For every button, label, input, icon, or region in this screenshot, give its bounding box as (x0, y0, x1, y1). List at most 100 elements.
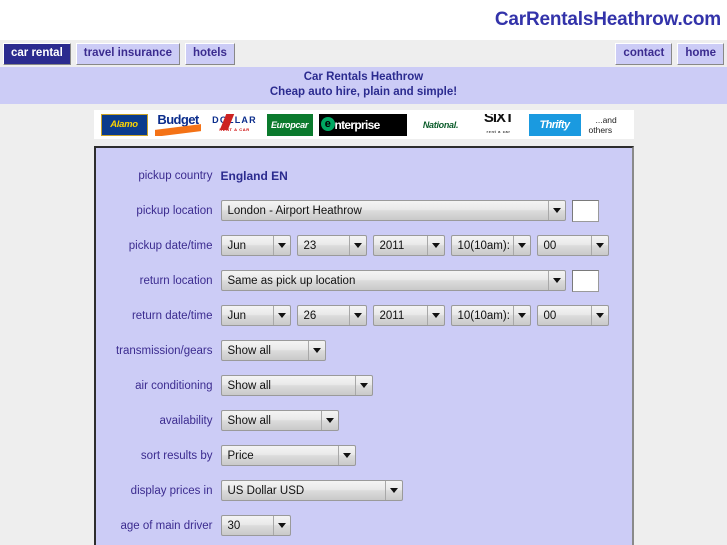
select-availability-value: Show all (227, 414, 271, 427)
and-others-label: ...and others (586, 113, 627, 136)
nav-item-car-rental[interactable]: car rental (3, 42, 71, 65)
dollar-logo-text: DOLLAR (212, 114, 257, 125)
control-driver-age: 30 (220, 515, 291, 536)
chevron-down-icon (307, 341, 325, 360)
car-rental-search-form: pickup country England EN pickup locatio… (93, 146, 634, 545)
chevron-down-icon (512, 236, 530, 255)
select-pickup-hour-value: 10(10am): (457, 239, 510, 252)
select-transmission[interactable]: Show all (220, 340, 326, 361)
chevron-down-icon (354, 376, 372, 395)
control-pickup-location: London - Airport Heathrow (220, 199, 599, 222)
value-pickup-country: England EN (220, 168, 288, 183)
select-return-day-value: 26 (303, 309, 317, 322)
select-display-prices-value: US Dollar USD (227, 484, 305, 497)
select-return-hour[interactable]: 10(10am): (450, 305, 531, 326)
nav-item-home[interactable]: home (677, 42, 724, 65)
select-pickup-month-value: Jun (227, 239, 247, 252)
select-sort-results-value: Price (227, 449, 254, 462)
sixt-logo-sub: rent a car (486, 128, 511, 134)
chevron-down-icon (590, 306, 608, 325)
budget-logo: Budget (153, 113, 203, 136)
select-driver-age-value: 30 (227, 519, 241, 532)
select-driver-age[interactable]: 30 (220, 515, 291, 536)
input-pickup-location-extra[interactable] (571, 199, 599, 222)
chevron-down-icon (547, 201, 565, 220)
select-return-minute[interactable]: 00 (536, 305, 609, 326)
tagline-line-2: Cheap auto hire, plain and simple! (269, 86, 458, 98)
select-return-location-value: Same as pick up location (227, 274, 356, 287)
select-pickup-location-value: London - Airport Heathrow (227, 204, 362, 217)
site-title: CarRentalsHeathrow.com (494, 9, 721, 30)
nav-item-travel-insurance[interactable]: travel insurance (75, 42, 180, 65)
control-return-location: Same as pick up location (220, 269, 599, 292)
site-header: CarRentalsHeathrow.com (0, 0, 727, 40)
select-pickup-minute[interactable]: 00 (536, 235, 609, 256)
sixt-logo: SiXT rent a car (474, 113, 523, 136)
nav-item-hotels[interactable]: hotels (185, 42, 235, 65)
label-display-prices: display prices in (130, 484, 213, 497)
brand-logo-area: Alamo Budget DOLLAR RENT A CAR Europcar … (0, 104, 727, 146)
row-transmission: transmission/gears Show all (96, 333, 632, 368)
row-driver-age: age of main driver 30 (96, 508, 632, 543)
row-pickup-country: pickup country England EN (96, 158, 632, 193)
label-transmission: transmission/gears (115, 344, 213, 357)
row-availability: availability Show all (96, 403, 632, 438)
chevron-down-icon (547, 271, 565, 290)
select-return-location[interactable]: Same as pick up location (220, 270, 566, 291)
select-display-prices[interactable]: US Dollar USD (220, 480, 403, 501)
select-return-month-value: Jun (227, 309, 247, 322)
row-pickup-location: pickup location London - Airport Heathro… (96, 193, 632, 228)
input-return-location-extra[interactable] (571, 269, 599, 292)
control-sort-results: Price (220, 445, 356, 466)
label-pickup-location: pickup location (136, 204, 213, 217)
enterprise-logo-text: nterprise (334, 117, 381, 132)
chevron-down-icon (348, 306, 366, 325)
select-pickup-minute-value: 00 (543, 239, 557, 252)
budget-logo-text: Budget (157, 113, 199, 127)
row-return-location: return location Same as pick up location (96, 263, 632, 298)
select-pickup-year[interactable]: 2011 (372, 235, 445, 256)
dollar-logo: DOLLAR RENT A CAR (208, 113, 261, 136)
chevron-down-icon (272, 516, 290, 535)
nav-left-group: car rental travel insurance hotels (3, 42, 235, 65)
enterprise-logo: e nterprise (318, 113, 407, 136)
select-return-year[interactable]: 2011 (372, 305, 445, 326)
select-transmission-value: Show all (227, 344, 271, 357)
sixt-logo-text: SiXT (483, 113, 514, 126)
row-sort-results: sort results by Price (96, 438, 632, 473)
chevron-down-icon (272, 236, 290, 255)
select-return-month[interactable]: Jun (220, 305, 291, 326)
control-transmission: Show all (220, 340, 326, 361)
select-return-day[interactable]: 26 (296, 305, 367, 326)
control-pickup-datetime: Jun 23 2011 10(10am): 00 (220, 235, 609, 256)
label-sort-results: sort results by (140, 449, 213, 462)
chevron-down-icon (348, 236, 366, 255)
label-pickup-country: pickup country (138, 169, 213, 182)
select-sort-results[interactable]: Price (220, 445, 356, 466)
label-driver-age: age of main driver (120, 519, 213, 532)
select-pickup-month[interactable]: Jun (220, 235, 291, 256)
label-availability: availability (159, 414, 213, 427)
row-display-prices: display prices in US Dollar USD (96, 473, 632, 508)
chevron-down-icon (272, 306, 290, 325)
chevron-down-icon (512, 306, 530, 325)
select-pickup-day[interactable]: 23 (296, 235, 367, 256)
control-pickup-country: England EN (221, 169, 288, 183)
label-return-location: return location (139, 274, 213, 287)
select-pickup-hour[interactable]: 10(10am): (450, 235, 531, 256)
chevron-down-icon (426, 236, 444, 255)
and-others-line-2: others (588, 124, 613, 135)
select-air-conditioning[interactable]: Show all (220, 375, 373, 396)
thrifty-logo: Thrifty (528, 113, 581, 136)
alamo-logo: Alamo (100, 113, 148, 136)
row-return-datetime: return date/time Jun 26 2011 10(10am): 0… (96, 298, 632, 333)
and-others-line-1: ...and (595, 114, 617, 125)
nav-item-contact[interactable]: contact (615, 42, 673, 65)
select-availability[interactable]: Show all (220, 410, 339, 431)
national-logo: National. (412, 113, 469, 136)
chevron-down-icon (590, 236, 608, 255)
control-availability: Show all (220, 410, 339, 431)
select-air-conditioning-value: Show all (227, 379, 271, 392)
control-air-conditioning: Show all (220, 375, 373, 396)
select-pickup-location[interactable]: London - Airport Heathrow (220, 200, 566, 221)
